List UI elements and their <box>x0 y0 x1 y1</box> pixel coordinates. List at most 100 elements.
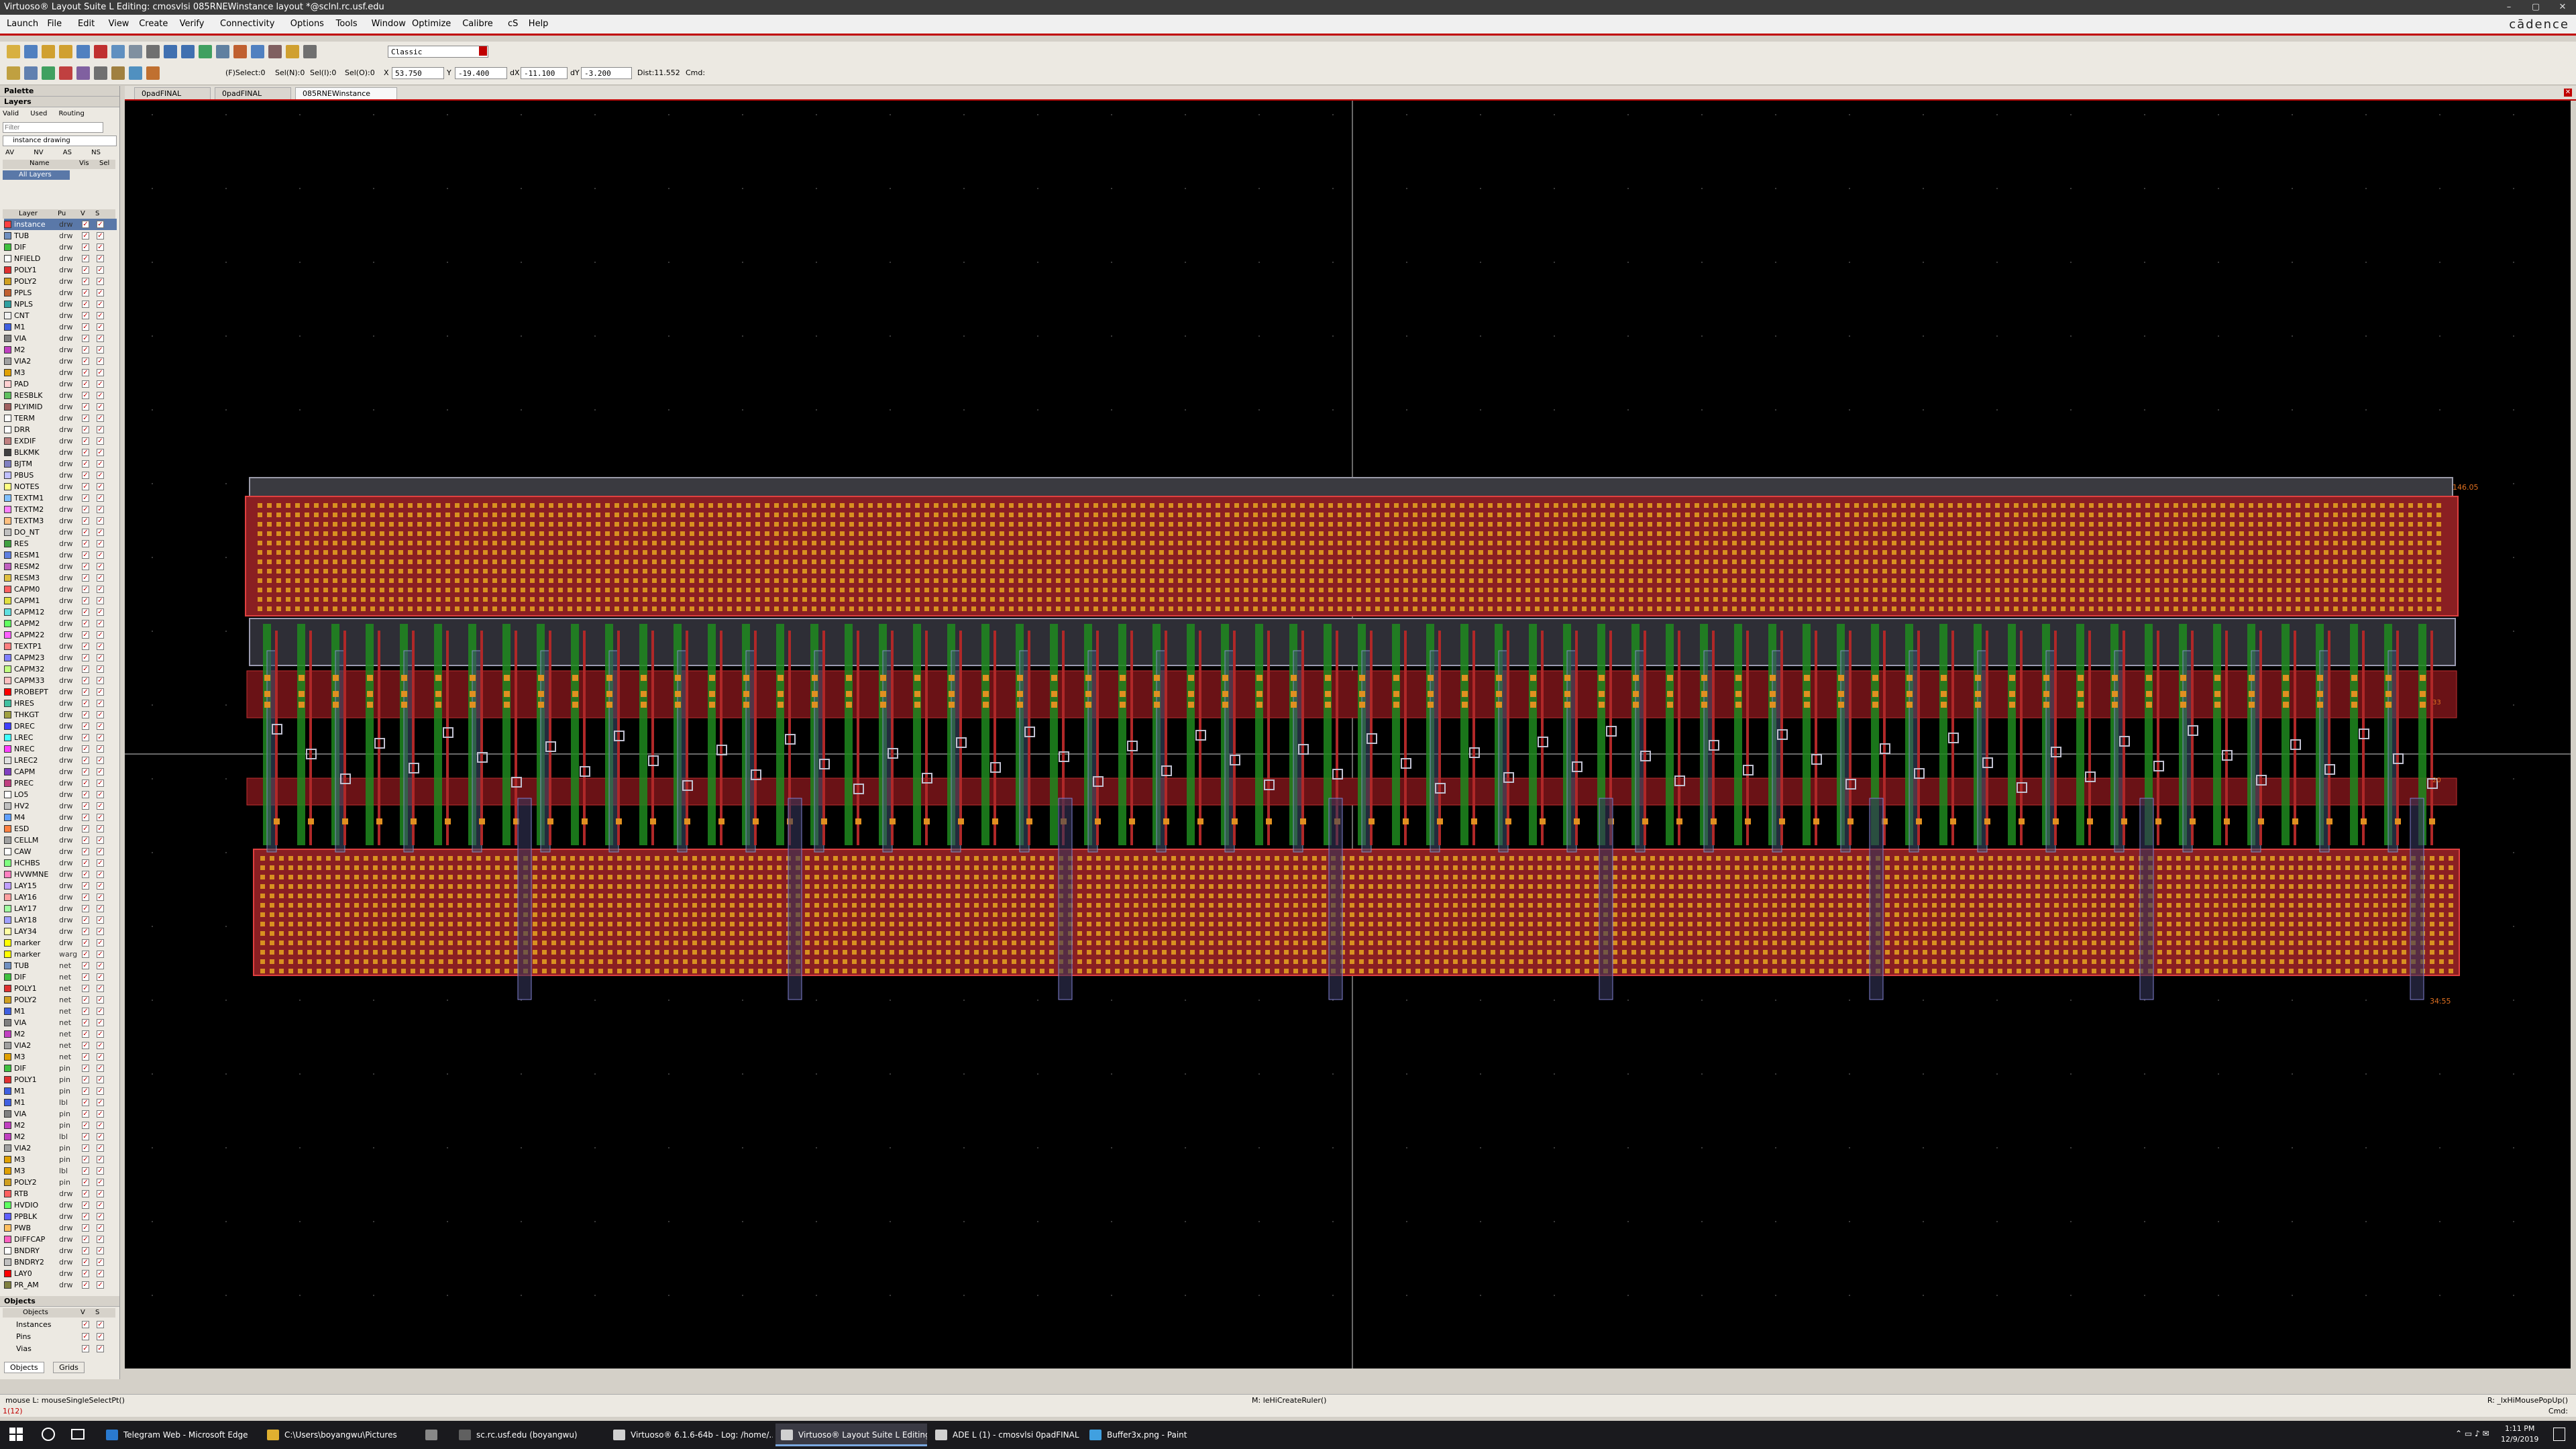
layer-row[interactable]: PROBEPT drw ✓ ✓ <box>4 686 117 698</box>
visible-checkbox[interactable]: ✓ <box>82 403 89 411</box>
save-icon[interactable] <box>24 45 38 58</box>
create-path-icon[interactable] <box>42 66 55 80</box>
selectable-checkbox[interactable]: ✓ <box>97 289 104 297</box>
visible-checkbox[interactable]: ✓ <box>82 574 89 582</box>
nv-button[interactable]: NV <box>34 149 43 156</box>
layer-row[interactable]: TEXTM1 drw ✓ ✓ <box>4 492 117 504</box>
visible-checkbox[interactable]: ✓ <box>82 1156 89 1163</box>
close-icon[interactable]: ✕ <box>2549 0 2576 15</box>
layer-row[interactable]: M2 drw ✓ ✓ <box>4 344 117 356</box>
selectable-checkbox[interactable]: ✓ <box>97 643 104 650</box>
all-layers-row[interactable]: All Layers <box>3 170 70 180</box>
layer-row[interactable]: NFIELD drw ✓ ✓ <box>4 253 117 264</box>
layer-row[interactable]: CAPM22 drw ✓ ✓ <box>4 629 117 641</box>
layer-row[interactable]: marker warg ✓ ✓ <box>4 949 117 960</box>
visible-checkbox[interactable]: ✓ <box>82 654 89 661</box>
fit-icon[interactable] <box>199 45 212 58</box>
selectable-checkbox[interactable]: ✓ <box>97 392 104 399</box>
layer-row[interactable]: M3 lbl ✓ ✓ <box>4 1165 117 1177</box>
menu-view[interactable]: View <box>109 19 129 29</box>
layer-row[interactable]: PLYIMID drw ✓ ✓ <box>4 401 117 413</box>
selectable-checkbox[interactable]: ✓ <box>97 1281 104 1289</box>
menu-cs[interactable]: cS <box>508 19 518 29</box>
move-icon[interactable] <box>76 45 90 58</box>
selectable-checkbox[interactable]: ✓ <box>97 665 104 673</box>
visible-checkbox[interactable]: ✓ <box>82 985 89 992</box>
chevron-down-icon[interactable] <box>479 46 487 56</box>
selectable-checkbox[interactable]: ✓ <box>97 871 104 878</box>
visible-checkbox[interactable]: ✓ <box>82 380 89 388</box>
visible-checkbox[interactable]: ✓ <box>82 757 89 764</box>
visible-checkbox[interactable]: ✓ <box>82 551 89 559</box>
selectable-checkbox[interactable]: ✓ <box>97 608 104 616</box>
layer-row[interactable]: LREC drw ✓ ✓ <box>4 732 117 743</box>
visible-checkbox[interactable]: ✓ <box>82 1030 89 1038</box>
layer-row[interactable]: M1 pin ✓ ✓ <box>4 1085 117 1097</box>
selectable-checkbox[interactable]: ✓ <box>97 574 104 582</box>
visible-checkbox[interactable]: ✓ <box>82 506 89 513</box>
visible-checkbox[interactable]: ✓ <box>82 517 89 525</box>
notifications-icon[interactable] <box>2553 1428 2565 1441</box>
selectable-checkbox[interactable]: ✓ <box>97 323 104 331</box>
visible-checkbox[interactable]: ✓ <box>82 483 89 490</box>
layer-row[interactable]: CAPM32 drw ✓ ✓ <box>4 663 117 675</box>
selectable-checkbox[interactable]: ✓ <box>97 232 104 239</box>
visible-checkbox[interactable]: ✓ <box>82 1281 89 1289</box>
visible-checkbox[interactable]: ✓ <box>82 1345 89 1352</box>
filter-valid[interactable]: Valid <box>3 110 19 117</box>
layer-row[interactable]: PR_AM drw ✓ ✓ <box>4 1279 117 1291</box>
visible-checkbox[interactable]: ✓ <box>82 358 89 365</box>
layer-row[interactable]: HV2 drw ✓ ✓ <box>4 800 117 812</box>
x-field[interactable]: 53.750 <box>392 67 444 79</box>
layer-row[interactable]: DIF drw ✓ ✓ <box>4 241 117 253</box>
visible-checkbox[interactable]: ✓ <box>82 700 89 707</box>
create-rect-icon[interactable] <box>24 66 38 80</box>
visible-checkbox[interactable]: ✓ <box>82 255 89 262</box>
object-row[interactable]: Instances ✓ ✓ <box>4 1319 117 1330</box>
visible-checkbox[interactable]: ✓ <box>82 905 89 912</box>
dy-field[interactable]: -3.200 <box>581 67 632 79</box>
layer-row[interactable]: TEXTP1 drw ✓ ✓ <box>4 641 117 652</box>
layer-row[interactable]: HCHBS drw ✓ ✓ <box>4 857 117 869</box>
selectable-checkbox[interactable]: ✓ <box>97 472 104 479</box>
close-tab-icon[interactable]: ✕ <box>2564 89 2572 97</box>
visible-checkbox[interactable]: ✓ <box>82 1144 89 1152</box>
visible-checkbox[interactable]: ✓ <box>82 1019 89 1026</box>
layer-row[interactable]: RESM1 drw ✓ ✓ <box>4 549 117 561</box>
layer-row[interactable]: TUB drw ✓ ✓ <box>4 230 117 241</box>
selectable-checkbox[interactable]: ✓ <box>97 1053 104 1061</box>
layer-row[interactable]: DIF pin ✓ ✓ <box>4 1063 117 1074</box>
tab-objects[interactable]: Objects <box>4 1362 44 1373</box>
properties-icon[interactable] <box>146 45 160 58</box>
visible-checkbox[interactable]: ✓ <box>82 802 89 810</box>
visible-checkbox[interactable]: ✓ <box>82 973 89 981</box>
minimize-icon[interactable]: – <box>2496 0 2522 15</box>
menu-connectivity[interactable]: Connectivity <box>220 19 274 29</box>
layer-row[interactable]: HVDIO drw ✓ ✓ <box>4 1199 117 1211</box>
selectable-checkbox[interactable]: ✓ <box>97 814 104 821</box>
tray-icons[interactable]: ⌃ ▭ ♪ ✉ <box>2455 1429 2489 1438</box>
selectable-checkbox[interactable]: ✓ <box>97 1065 104 1072</box>
selectable-checkbox[interactable]: ✓ <box>97 939 104 947</box>
selectable-checkbox[interactable]: ✓ <box>97 928 104 935</box>
layer-row[interactable]: VIA pin ✓ ✓ <box>4 1108 117 1120</box>
selectable-checkbox[interactable]: ✓ <box>97 973 104 981</box>
ns-button[interactable]: NS <box>91 149 101 156</box>
selectable-checkbox[interactable]: ✓ <box>97 1110 104 1118</box>
visible-checkbox[interactable]: ✓ <box>82 369 89 376</box>
selectable-checkbox[interactable]: ✓ <box>97 1030 104 1038</box>
selectable-checkbox[interactable]: ✓ <box>97 780 104 787</box>
layer-row[interactable]: VIA net ✓ ✓ <box>4 1017 117 1028</box>
selectable-checkbox[interactable]: ✓ <box>97 962 104 969</box>
ruler-icon[interactable] <box>233 45 247 58</box>
as-button[interactable]: AS <box>63 149 72 156</box>
create-label-icon[interactable] <box>94 66 107 80</box>
visible-checkbox[interactable]: ✓ <box>82 494 89 502</box>
selectable-checkbox[interactable]: ✓ <box>97 734 104 741</box>
selectable-checkbox[interactable]: ✓ <box>97 882 104 890</box>
layer-row[interactable]: PBUS drw ✓ ✓ <box>4 470 117 481</box>
selectable-checkbox[interactable]: ✓ <box>97 358 104 365</box>
selectable-checkbox[interactable]: ✓ <box>97 677 104 684</box>
visible-checkbox[interactable]: ✓ <box>82 814 89 821</box>
layer-row[interactable]: NPLS drw ✓ ✓ <box>4 299 117 310</box>
